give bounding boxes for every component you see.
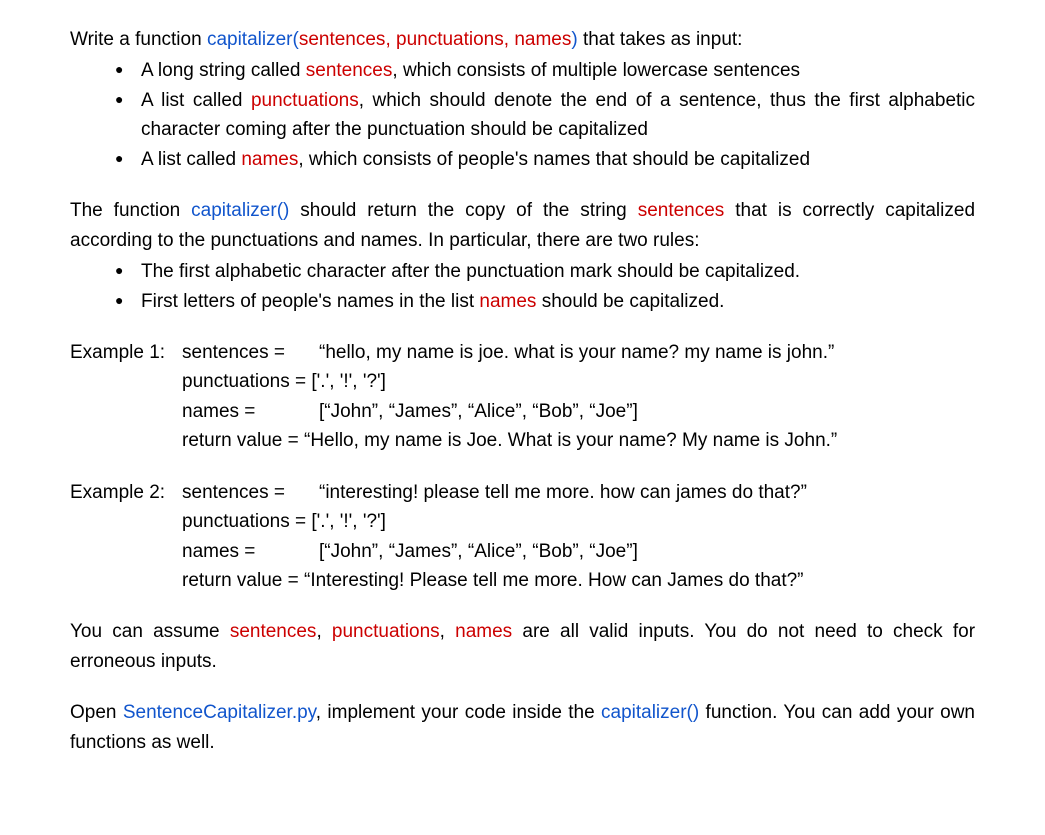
rule-text: The first alphabetic character after the… bbox=[141, 261, 800, 282]
arg-names: names bbox=[514, 29, 571, 50]
rules-red: sentences bbox=[638, 200, 725, 221]
rule-1: The first alphabetic character after the… bbox=[115, 257, 975, 286]
input-bullets: A long string called sentences, which co… bbox=[115, 56, 975, 174]
ex2-names-row: names = [“John”, “James”, “Alice”, “Bob”… bbox=[182, 537, 975, 566]
closing-punctuations: punctuations bbox=[332, 621, 440, 642]
example-1: Example 1: sentences = “hello, my name i… bbox=[70, 338, 975, 456]
ex2-return-row: return value = “Interesting! Please tell… bbox=[182, 566, 975, 595]
intro-prefix: Write a function bbox=[70, 29, 207, 50]
ex-val: [“John”, “James”, “Alice”, “Bob”, “Joe”] bbox=[319, 537, 975, 566]
ex1-names-row: names = [“John”, “James”, “Alice”, “Bob”… bbox=[182, 397, 975, 426]
bullet-text: , which consists of people's names that … bbox=[298, 149, 810, 170]
final-mid: , implement your code inside the bbox=[316, 702, 601, 723]
example-2: Example 2: sentences = “interesting! ple… bbox=[70, 478, 975, 596]
rule-red: names bbox=[479, 291, 536, 312]
closing-comma: , bbox=[316, 621, 331, 642]
ex-key-inline: punctuations = ['.', '!', '?'] bbox=[182, 507, 386, 536]
rules-mid: should return the copy of the string bbox=[289, 200, 637, 221]
rule-text: should be capitalized. bbox=[536, 291, 724, 312]
ex-key: sentences = bbox=[182, 478, 319, 507]
rules-bullets: The first alphabetic character after the… bbox=[115, 257, 975, 316]
ex1-punct-row: punctuations = ['.', '!', '?'] bbox=[182, 367, 975, 396]
ex2-punct-row: punctuations = ['.', '!', '?'] bbox=[182, 507, 975, 536]
rules-fn: capitalizer() bbox=[191, 200, 289, 221]
ex-val: “interesting! please tell me more. how c… bbox=[319, 478, 975, 507]
final-fn: capitalizer() bbox=[601, 702, 699, 723]
bullet-names: A list called names, which consists of p… bbox=[115, 145, 975, 174]
closing-prefix: You can assume bbox=[70, 621, 230, 642]
ex-key: names = bbox=[182, 537, 319, 566]
final-instruction: Open SentenceCapitalizer.py, implement y… bbox=[70, 698, 975, 757]
ex-val: “Hello, my name is Joe. What is your nam… bbox=[299, 430, 838, 451]
bullet-text: A long string called bbox=[141, 60, 306, 81]
ex-key-inline: return value = “Hello, my name is Joe. W… bbox=[182, 426, 837, 455]
ex-key-inline: punctuations = ['.', '!', '?'] bbox=[182, 367, 386, 396]
arg-sentences: sentences bbox=[299, 29, 386, 50]
ex1-sentences-row: sentences = “hello, my name is joe. what… bbox=[182, 338, 975, 367]
ex-key: sentences = bbox=[182, 338, 319, 367]
comma2: , bbox=[504, 29, 515, 50]
closing-sentences: sentences bbox=[230, 621, 317, 642]
bullet-red: names bbox=[241, 149, 298, 170]
bullet-sentences: A long string called sentences, which co… bbox=[115, 56, 975, 85]
arg-punctuations: punctuations bbox=[396, 29, 504, 50]
bullet-text: A list called bbox=[141, 149, 241, 170]
ex1-return-row: return value = “Hello, my name is Joe. W… bbox=[182, 426, 975, 455]
bullet-text: A list called bbox=[141, 90, 251, 111]
ex-key: names = bbox=[182, 397, 319, 426]
ex-val: ['.', '!', '?'] bbox=[306, 511, 386, 532]
final-prefix: Open bbox=[70, 702, 123, 723]
ex-key: punctuations = bbox=[182, 371, 306, 392]
example-1-label: Example 1: bbox=[70, 338, 182, 456]
closing-note: You can assume sentences, punctuations, … bbox=[70, 617, 975, 676]
intro-paragraph: Write a function capitalizer(sentences, … bbox=[70, 25, 975, 54]
ex-val: “Interesting! Please tell me more. How c… bbox=[299, 570, 804, 591]
bullet-punctuations: A list called punctuations, which should… bbox=[115, 86, 975, 145]
ex-key: return value = bbox=[182, 430, 299, 451]
closing-comma: , bbox=[440, 621, 455, 642]
ex-val: [“John”, “James”, “Alice”, “Bob”, “Joe”] bbox=[319, 397, 975, 426]
closing-names: names bbox=[455, 621, 512, 642]
rules-intro: The function capitalizer() should return… bbox=[70, 196, 975, 255]
intro-suffix: that takes as input: bbox=[578, 29, 743, 50]
ex-val: ['.', '!', '?'] bbox=[306, 371, 386, 392]
ex-val: “hello, my name is joe. what is your nam… bbox=[319, 338, 975, 367]
example-1-content: sentences = “hello, my name is joe. what… bbox=[182, 338, 975, 456]
example-2-content: sentences = “interesting! please tell me… bbox=[182, 478, 975, 596]
ex-key: punctuations = bbox=[182, 511, 306, 532]
rule-text: First letters of people's names in the l… bbox=[141, 291, 479, 312]
rules-prefix: The function bbox=[70, 200, 191, 221]
bullet-text: , which consists of multiple lowercase s… bbox=[392, 60, 800, 81]
bullet-red: sentences bbox=[306, 60, 393, 81]
comma1: , bbox=[385, 29, 396, 50]
final-file: SentenceCapitalizer.py bbox=[123, 702, 316, 723]
rules-block: The function capitalizer() should return… bbox=[70, 196, 975, 316]
bullet-red: punctuations bbox=[251, 90, 359, 111]
ex-key-inline: return value = “Interesting! Please tell… bbox=[182, 566, 804, 595]
example-2-label: Example 2: bbox=[70, 478, 182, 596]
rule-2: First letters of people's names in the l… bbox=[115, 287, 975, 316]
fn-name: capitalizer bbox=[207, 29, 293, 50]
ex-key: return value = bbox=[182, 570, 299, 591]
ex2-sentences-row: sentences = “interesting! please tell me… bbox=[182, 478, 975, 507]
